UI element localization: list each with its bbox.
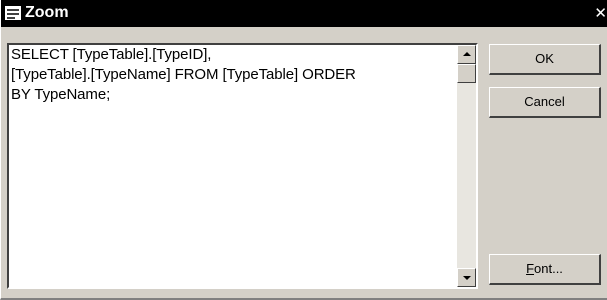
ok-button[interactable]: OK [489,44,601,75]
scroll-thumb[interactable] [457,64,476,83]
zoom-dialog: Zoom ✕ SELECT [TypeTable].[TypeID], [Typ… [0,0,607,300]
triangle-down-icon [463,276,471,280]
close-icon[interactable]: ✕ [594,3,607,23]
title-bar[interactable]: Zoom ✕ [1,0,607,27]
vertical-scrollbar[interactable] [457,45,476,287]
query-text[interactable]: SELECT [TypeTable].[TypeID], [TypeTable]… [11,45,451,105]
scroll-up-button[interactable] [457,45,476,64]
zoom-text-area[interactable]: SELECT [TypeTable].[TypeID], [TypeTable]… [7,43,478,289]
font-mnemonic: F [526,261,535,276]
triangle-up-icon [463,52,471,56]
cancel-button[interactable]: Cancel [489,87,601,118]
scroll-down-button[interactable] [457,268,476,287]
form-icon [5,6,21,20]
font-button[interactable]: Font... [489,254,601,285]
font-label: ont... [534,261,563,276]
window-title: Zoom [25,4,69,21]
